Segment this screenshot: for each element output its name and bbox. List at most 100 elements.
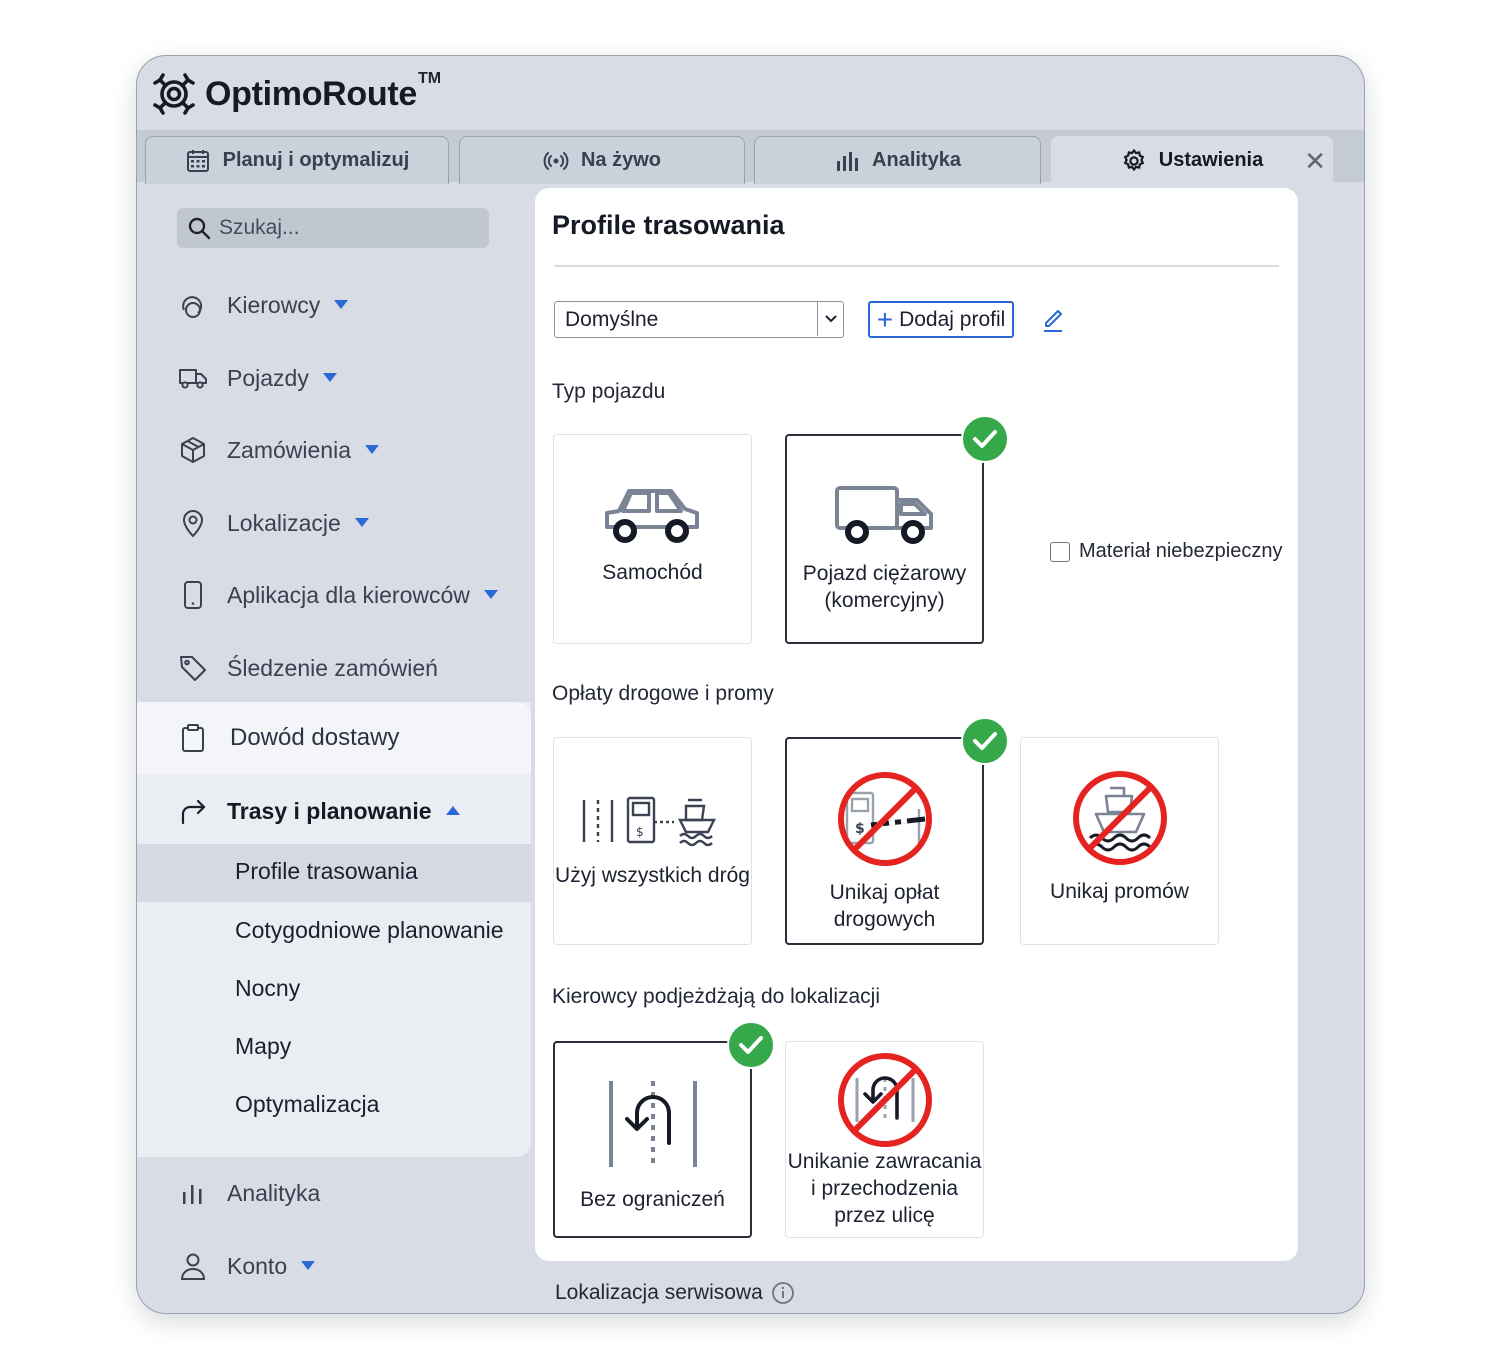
service-location-row: Lokalizacja serwisowa [555,1281,795,1305]
logo: OptimoRoute TM [151,70,441,118]
sidebar-item-label: Analityka [227,1179,321,1206]
tab-label: Analityka [872,149,961,171]
toll-option-avoid-ferries[interactable]: Unikaj promów [1020,737,1219,945]
close-icon[interactable]: ✕ [1304,146,1326,177]
sidebar-item-zamowienia[interactable]: Zamówienia [137,425,531,475]
hazmat-label: Materiał niebezpieczny [1079,540,1283,562]
drivers-icon [177,289,209,321]
add-profile-label: Dodaj profil [899,307,1006,331]
truck-icon [787,482,982,548]
no-ferry-icon [1021,768,1218,868]
checkbox[interactable] [1050,541,1070,562]
sidebar-item-label: Zamówienia [227,436,351,463]
subitem-nocny[interactable]: Nocny [235,975,300,1002]
chevron-down-icon[interactable] [817,302,843,336]
sidebar-item-dowod-dostawy[interactable]: Dowód dostawy [137,713,531,763]
vehicle-option-label: Pojazd ciężarowy (komercyjny) [802,562,967,612]
sidebar-item-sledzenie[interactable]: Śledzenie zamówień [137,643,531,693]
sidebar-item-analityka[interactable]: Analityka [137,1168,531,1218]
hazmat-checkbox[interactable]: Materiał niebezpieczny [1050,540,1282,563]
location-pin-icon [177,507,209,539]
tab-na-zywo[interactable]: Na żywo [459,136,745,184]
toll-option-all-roads[interactable]: $ Użyj wszystkich dróg [553,737,752,945]
calendar-icon [186,149,209,172]
subitem-optymalizacja[interactable]: Optymalizacja [235,1091,379,1118]
tab-label: Ustawienia [1158,149,1264,171]
search-input[interactable]: Szukaj... [177,208,489,248]
sidebar-item-aplikacja[interactable]: Aplikacja dla kierowców [137,570,531,620]
clipboard-icon [177,722,209,754]
chevron-up-icon [445,805,460,815]
checkmark-icon [961,717,1009,765]
chevron-down-icon [365,444,379,454]
sidebar-item-label: Lokalizacje [227,509,341,536]
edit-pencil-icon[interactable] [1041,304,1065,334]
sidebar-item-label: Pojazdy [227,364,309,391]
bar-chart-icon [837,151,859,171]
all-roads-icon: $ [554,792,751,848]
vehicle-option-car[interactable]: Samochód [553,434,752,644]
logo-text: OptimoRoute [205,74,418,113]
checkmark-icon [727,1021,775,1069]
sidebar-item-label: Dowód dostawy [230,724,400,751]
sidebar-item-label: Kierowcy [227,291,321,318]
toll-option-label: Użyj wszystkich dróg [555,864,750,887]
live-broadcast-icon [543,151,569,170]
app-window: OptimoRoute TM Planuj i optymalizuj Na ż… [136,55,1365,1314]
route-arrow-icon [177,795,209,827]
package-icon [177,434,209,466]
no-toll-icon: $ [787,769,982,869]
divider [554,265,1279,267]
chevron-down-icon [334,299,349,309]
approach-option-avoid-uturn[interactable]: Unikanie zawracania i przechodzenia prze… [785,1041,984,1238]
tab-label: Na żywo [580,149,662,171]
truck-icon [177,362,209,394]
u-turn-icon [555,1079,750,1169]
subitem-mapy[interactable]: Mapy [235,1033,291,1060]
sidebar-item-pojazdy[interactable]: Pojazdy [137,353,531,403]
toll-section-label: Opłaty drogowe i promy [552,682,774,705]
sidebar-item-kierowcy[interactable]: Kierowcy [137,280,531,330]
logo-trademark: TM [418,70,442,87]
chevron-down-icon [322,372,337,382]
profile-select[interactable]: Domyślne [554,301,844,338]
chevron-down-icon [354,517,369,527]
info-icon[interactable] [771,1281,795,1305]
vehicle-option-truck[interactable]: Pojazd ciężarowy (komercyjny) [785,434,984,644]
car-icon [554,481,751,547]
sidebar-expanded-section: Dowód dostawy Trasy i planowanie Profile… [137,702,531,1157]
subitem-cotygodniowe[interactable]: Cotygodniowe planowanie [235,917,504,944]
no-u-turn-icon [786,1050,983,1150]
plus-icon: + [876,303,894,335]
tab-ustawienia[interactable]: Ustawienia [1051,136,1333,184]
checkmark-icon [961,415,1009,463]
tab-analityka[interactable]: Analityka [754,136,1041,184]
chevron-down-icon [301,1260,316,1270]
chevron-down-icon [483,589,498,599]
main-panel: Profile trasowania Domyślne + Dodaj prof… [535,188,1298,1261]
user-icon [177,1250,209,1282]
approach-option-label: Bez ograniczeń [580,1188,725,1211]
gear-icon [1123,148,1145,171]
search-placeholder: Szukaj... [219,216,300,239]
tab-label: Planuj i optymalizuj [222,149,410,171]
tab-bar: Planuj i optymalizuj Na żywo Analityka U… [137,130,1364,184]
sidebar-item-konto[interactable]: Konto [137,1241,531,1291]
add-profile-button[interactable]: + Dodaj profil [868,301,1014,338]
approach-option-unrestricted[interactable]: Bez ograniczeń [553,1041,752,1238]
svg-text:$: $ [636,825,644,839]
search-icon [188,217,211,240]
sidebar-item-trasy[interactable]: Trasy i planowanie [137,786,531,836]
service-location-label: Lokalizacja serwisowa [555,1281,763,1304]
vehicle-type-label: Typ pojazdu [552,380,666,403]
sidebar-item-label: Konto [227,1252,288,1279]
phone-icon [177,579,209,611]
subitem-profile-trasowania[interactable]: Profile trasowania [235,858,418,885]
toll-option-avoid-tolls[interactable]: $ Unikaj opłat drogowych [785,737,984,945]
approach-option-label: Unikanie zawracania i przechodzenia prze… [787,1150,982,1227]
tab-planuj[interactable]: Planuj i optymalizuj [145,136,449,184]
toll-option-label: Unikaj promów [1050,880,1189,903]
page-title: Profile trasowania [552,210,785,240]
analytics-icon [177,1177,209,1209]
sidebar-item-lokalizacje[interactable]: Lokalizacje [137,498,531,548]
